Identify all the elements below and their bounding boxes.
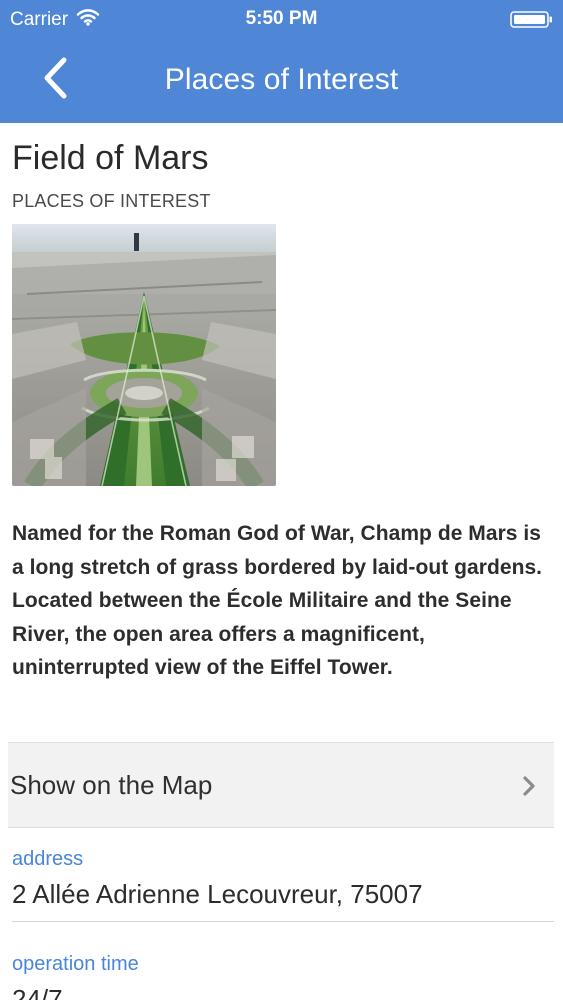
place-description: Named for the Roman God of War, Champ de… bbox=[12, 522, 543, 679]
place-details: Field of Mars PLACES OF INTEREST Named f… bbox=[0, 123, 563, 1000]
navigation-bar: Places of Interest bbox=[0, 38, 563, 123]
operation-time-label: operation time bbox=[12, 953, 139, 975]
show-on-map-row[interactable]: Show on the Map bbox=[8, 742, 554, 828]
show-on-map-label: Show on the Map bbox=[10, 770, 213, 800]
app-screen: Carrier 5:50 PM Places of Interest Field… bbox=[0, 0, 563, 1000]
status-time: 5:50 PM bbox=[245, 8, 318, 29]
address-label: address bbox=[12, 848, 84, 870]
place-title: Field of Mars bbox=[12, 139, 209, 177]
chevron-right-icon bbox=[522, 775, 536, 797]
nav-title: Places of Interest bbox=[164, 63, 399, 96]
top-bar: Carrier 5:50 PM Places of Interest bbox=[0, 0, 563, 123]
place-photo bbox=[12, 224, 276, 486]
address-divider bbox=[12, 921, 554, 922]
address-value: 2 Allée Adrienne Lecouvreur, 75007 bbox=[12, 879, 423, 909]
place-category: PLACES OF INTEREST bbox=[12, 191, 211, 211]
operation-time-section: operation time 24/7 bbox=[12, 952, 554, 1000]
operation-time-value: 24/7 bbox=[12, 984, 63, 1000]
address-section: address 2 Allée Adrienne Lecouvreur, 750… bbox=[12, 847, 554, 910]
battery-icon bbox=[510, 11, 553, 28]
status-bar: Carrier 5:50 PM bbox=[0, 0, 563, 38]
